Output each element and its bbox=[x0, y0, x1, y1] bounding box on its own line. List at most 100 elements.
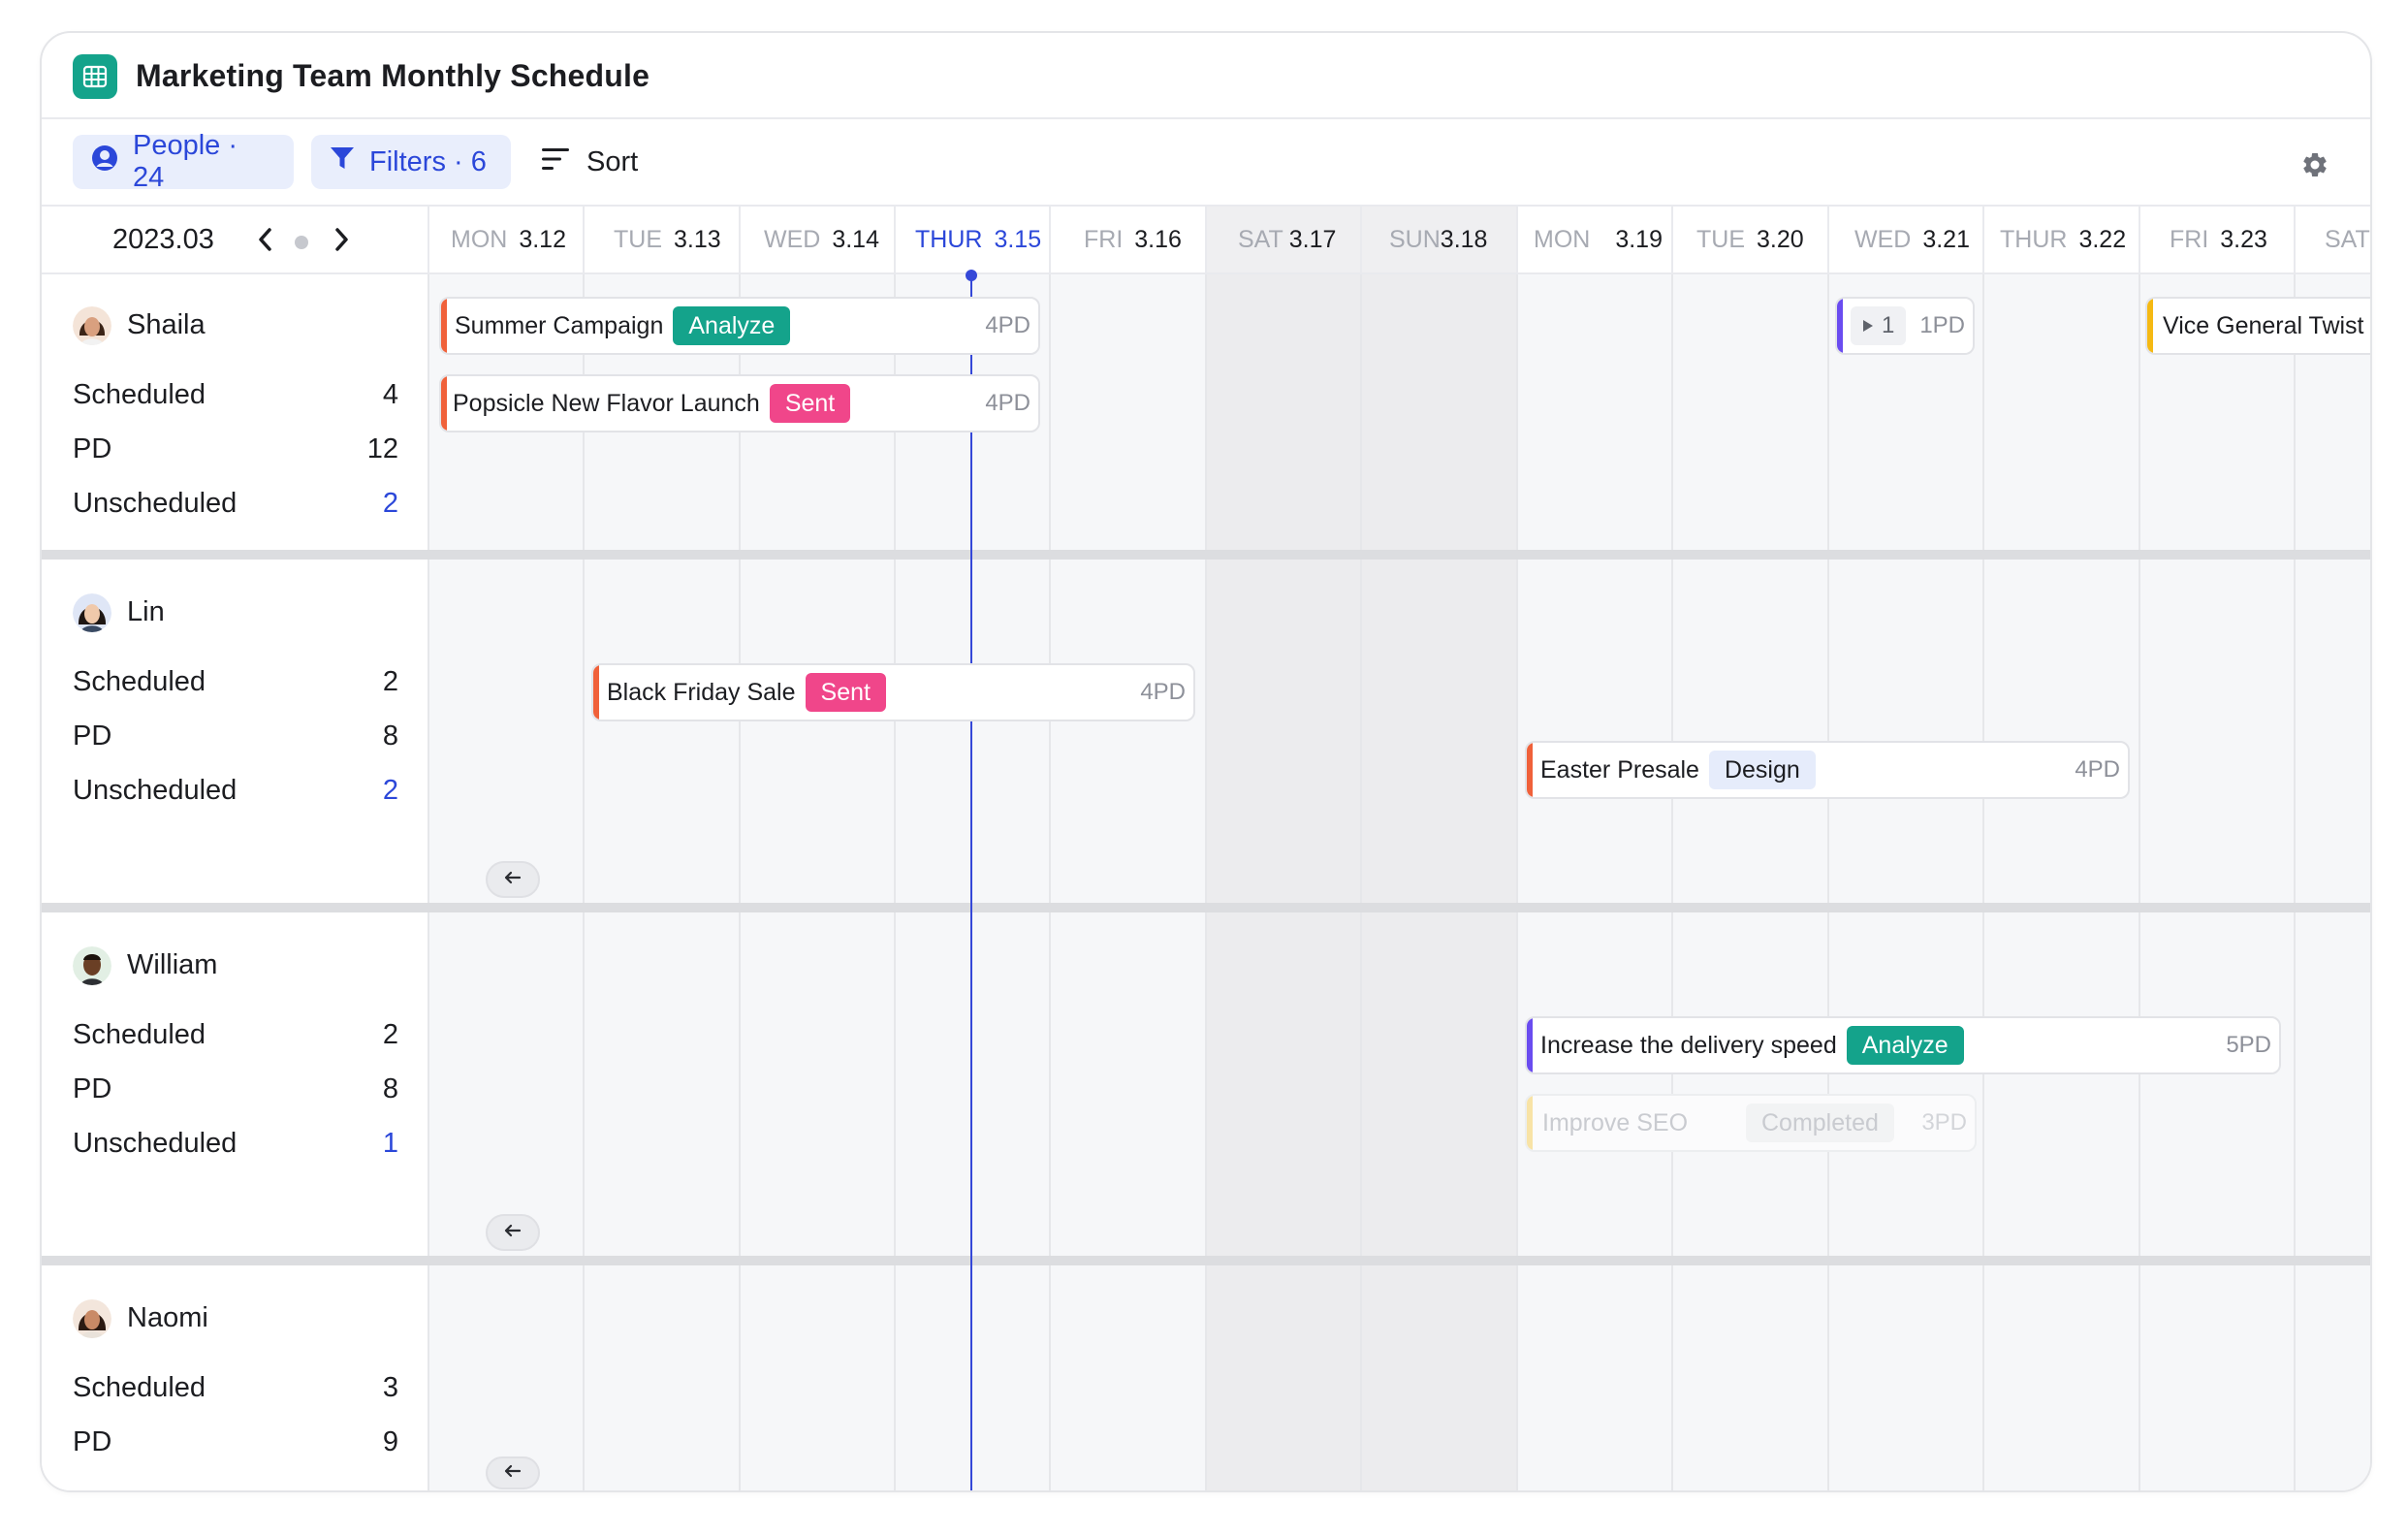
day-of-week: WED bbox=[764, 225, 821, 253]
day-date: 3.14 bbox=[832, 225, 879, 253]
row-divider bbox=[42, 903, 2370, 912]
status-badge: Sent bbox=[769, 384, 851, 423]
status-badge: Analyze bbox=[1846, 1026, 1964, 1065]
day-header: WED 3.14 bbox=[741, 207, 896, 272]
user-circle-icon bbox=[90, 144, 119, 180]
task-card-completed[interactable]: Improve SEO Completed 3PD bbox=[1525, 1094, 1977, 1152]
arrow-left-icon bbox=[504, 871, 522, 889]
current-time-marker bbox=[966, 270, 977, 281]
filters-button[interactable]: Filters · 6 bbox=[311, 135, 511, 189]
task-color-bar bbox=[2147, 299, 2153, 353]
day-date: 3.22 bbox=[2078, 225, 2127, 253]
status-badge: Design bbox=[1708, 751, 1816, 789]
stat-value: 8 bbox=[382, 720, 398, 752]
people-filter-button[interactable]: People · 24 bbox=[73, 130, 294, 193]
current-time-line bbox=[970, 272, 972, 1490]
day-of-week: TUE bbox=[1696, 225, 1745, 253]
scroll-back-button[interactable] bbox=[486, 1456, 540, 1489]
stat-value: 8 bbox=[382, 1073, 398, 1104]
stat-value: 2 bbox=[382, 775, 398, 806]
day-date: 3.23 bbox=[2220, 225, 2267, 253]
day-column bbox=[1051, 274, 1207, 1490]
task-pd: 1PD bbox=[1919, 312, 1965, 338]
task-color-bar bbox=[593, 665, 599, 720]
task-name: Increase the delivery speed bbox=[1540, 1031, 1837, 1059]
day-date: 3.17 bbox=[1288, 225, 1337, 253]
weekend-column bbox=[1362, 274, 1518, 1490]
stat-label: PD bbox=[73, 1073, 112, 1104]
today-dot-button[interactable] bbox=[295, 236, 308, 249]
schedule-grid bbox=[429, 274, 2370, 1490]
task-card[interactable]: Summer Campaign Analyze 4PD bbox=[439, 297, 1040, 355]
day-of-week: THUR bbox=[915, 225, 983, 253]
stat-pd: PD 12 bbox=[73, 433, 398, 465]
day-column bbox=[2140, 274, 2296, 1490]
scroll-back-button[interactable] bbox=[486, 861, 540, 898]
sort-button[interactable]: Sort bbox=[542, 135, 638, 189]
stat-unscheduled[interactable]: Unscheduled 2 bbox=[73, 775, 398, 807]
play-icon bbox=[1862, 312, 1874, 339]
status-badge: Completed bbox=[1746, 1104, 1894, 1142]
task-pd: 4PD bbox=[2075, 756, 2120, 783]
person-name: William bbox=[127, 949, 218, 980]
day-header: FRI 3.16 bbox=[1051, 207, 1207, 272]
day-header: THUR 3.22 bbox=[1984, 207, 2140, 272]
row-divider bbox=[42, 550, 2370, 560]
stat-unscheduled[interactable]: Unscheduled 2 bbox=[73, 488, 398, 520]
day-of-week: FRI bbox=[1084, 225, 1124, 253]
stat-pd: PD 9 bbox=[73, 1426, 398, 1458]
person-name: Naomi bbox=[127, 1302, 208, 1333]
sort-lines-icon bbox=[542, 146, 569, 178]
stat-pd: PD 8 bbox=[73, 720, 398, 752]
collapsed-task-card[interactable]: 1 1PD bbox=[1835, 297, 1975, 355]
task-pd: 4PD bbox=[985, 390, 1030, 416]
stat-label: Scheduled bbox=[73, 1019, 206, 1050]
stat-label: PD bbox=[73, 433, 112, 464]
funnel-icon bbox=[329, 144, 356, 179]
task-card[interactable]: Popsicle New Flavor Launch Sent 4PD bbox=[439, 374, 1040, 432]
gear-icon[interactable] bbox=[2300, 150, 2329, 184]
task-color-bar bbox=[1837, 299, 1843, 353]
stat-value: 12 bbox=[366, 433, 398, 464]
day-header: TUE 3.20 bbox=[1673, 207, 1829, 272]
row-divider bbox=[42, 1256, 2370, 1265]
stat-pd: PD 8 bbox=[73, 1073, 398, 1105]
task-color-bar bbox=[1527, 743, 1533, 797]
stat-label: Scheduled bbox=[73, 379, 206, 410]
task-card[interactable]: Increase the delivery speed Analyze 5PD bbox=[1525, 1016, 2281, 1074]
expand-tasks-button[interactable]: 1 bbox=[1851, 306, 1907, 345]
page-title: Marketing Team Monthly Schedule bbox=[136, 58, 650, 93]
chevron-left-icon[interactable] bbox=[257, 226, 274, 258]
day-header: TUE 3.13 bbox=[585, 207, 741, 272]
task-name: Easter Presale bbox=[1540, 755, 1699, 784]
task-color-bar bbox=[1527, 1018, 1533, 1072]
arrow-left-icon bbox=[504, 1224, 522, 1242]
day-header: MON 3.12 bbox=[429, 207, 585, 272]
day-of-week: SUN bbox=[1389, 225, 1441, 253]
task-card[interactable]: Vice General Twist bbox=[2145, 297, 2370, 355]
avatar bbox=[73, 306, 111, 345]
chevron-right-icon[interactable] bbox=[333, 226, 350, 258]
day-of-week: THUR bbox=[2000, 225, 2068, 253]
task-name: Improve SEO bbox=[1542, 1108, 1689, 1136]
stat-scheduled: Scheduled 2 bbox=[73, 666, 398, 698]
stat-label: Unscheduled bbox=[73, 775, 238, 806]
task-card[interactable]: Easter Presale Design 4PD bbox=[1525, 741, 2130, 799]
avatar bbox=[73, 946, 111, 985]
day-column bbox=[2296, 274, 2370, 1490]
stat-label: Unscheduled bbox=[73, 1128, 238, 1159]
date-header: 2023.03 MON 3.12 TUE 3.13 WED 3.14 THUR 3.15… bbox=[42, 207, 2370, 274]
task-name: Black Friday Sale bbox=[607, 678, 796, 706]
current-month: 2023.03 bbox=[112, 224, 214, 255]
stat-unscheduled[interactable]: Unscheduled 1 bbox=[73, 1128, 398, 1160]
day-of-week: FRI bbox=[2170, 225, 2209, 253]
day-date: 3.16 bbox=[1134, 225, 1182, 253]
person-name: Lin bbox=[127, 596, 165, 627]
status-badge: Sent bbox=[805, 673, 886, 712]
stat-label: Scheduled bbox=[73, 666, 206, 697]
scroll-back-button[interactable] bbox=[486, 1214, 540, 1251]
status-badge: Analyze bbox=[673, 306, 791, 345]
stat-value: 2 bbox=[382, 1019, 398, 1050]
month-navigator: 2023.03 bbox=[42, 207, 429, 272]
task-card[interactable]: Black Friday Sale Sent 4PD bbox=[591, 663, 1195, 721]
